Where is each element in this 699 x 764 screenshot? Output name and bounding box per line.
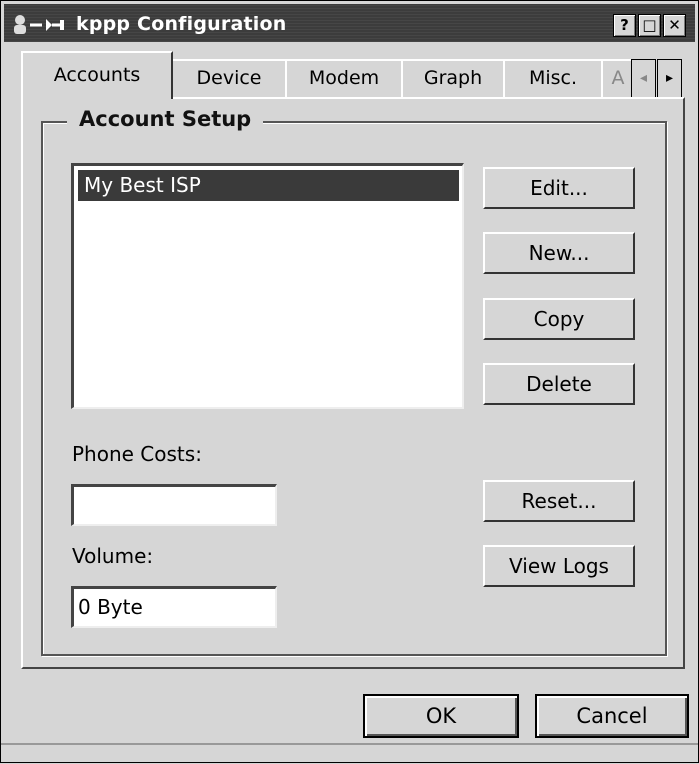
tab-accounts[interactable]: Accounts [21, 51, 173, 99]
delete-button[interactable]: Delete [483, 363, 635, 405]
maximize-icon: □ [642, 16, 657, 34]
phone-costs-label: Phone Costs: [72, 442, 202, 466]
tab-scroll-right-button[interactable]: ▸ [657, 59, 682, 99]
arrow-right-icon: ▸ [665, 70, 674, 86]
window-title: kppp Configuration [76, 13, 287, 35]
new-button[interactable]: New... [483, 232, 635, 274]
volume-field[interactable]: 0 Byte [71, 586, 277, 628]
volume-label: Volume: [72, 544, 154, 568]
tab-about-partial[interactable]: A [601, 59, 635, 97]
phone-costs-field[interactable] [71, 484, 277, 526]
reset-button[interactable]: Reset... [483, 480, 635, 522]
app-icon[interactable] [12, 14, 72, 36]
tab-device[interactable]: Device [171, 59, 287, 97]
bottom-edge [1, 743, 698, 764]
tab-scroll-left-button[interactable]: ◂ [631, 59, 656, 99]
kppp-configuration-window: kppp Configuration ? □ ✕ Accounts Device… [0, 0, 699, 763]
tab-misc[interactable]: Misc. [503, 59, 603, 97]
maximize-button[interactable]: □ [638, 14, 661, 37]
tab-bar: Accounts Device Modem Graph Misc. A ◂ ▸ [21, 51, 695, 99]
cancel-button[interactable]: Cancel [535, 694, 689, 738]
connection-plug-icon [14, 15, 64, 34]
close-icon: ✕ [668, 16, 681, 34]
list-item[interactable]: My Best ISP [78, 170, 459, 201]
ok-button[interactable]: OK [363, 694, 519, 738]
close-button[interactable]: ✕ [663, 14, 686, 37]
tab-graph[interactable]: Graph [401, 59, 505, 97]
title-bar[interactable]: kppp Configuration ? □ ✕ [4, 4, 695, 42]
copy-button[interactable]: Copy [483, 298, 635, 340]
accounts-list[interactable]: My Best ISP [71, 163, 464, 409]
account-setup-title: Account Setup [67, 107, 264, 131]
edit-button[interactable]: Edit... [483, 167, 635, 209]
tab-modem[interactable]: Modem [285, 59, 403, 97]
help-button[interactable]: ? [613, 14, 636, 37]
view-logs-button[interactable]: View Logs [483, 545, 635, 587]
arrow-left-icon: ◂ [639, 70, 648, 86]
